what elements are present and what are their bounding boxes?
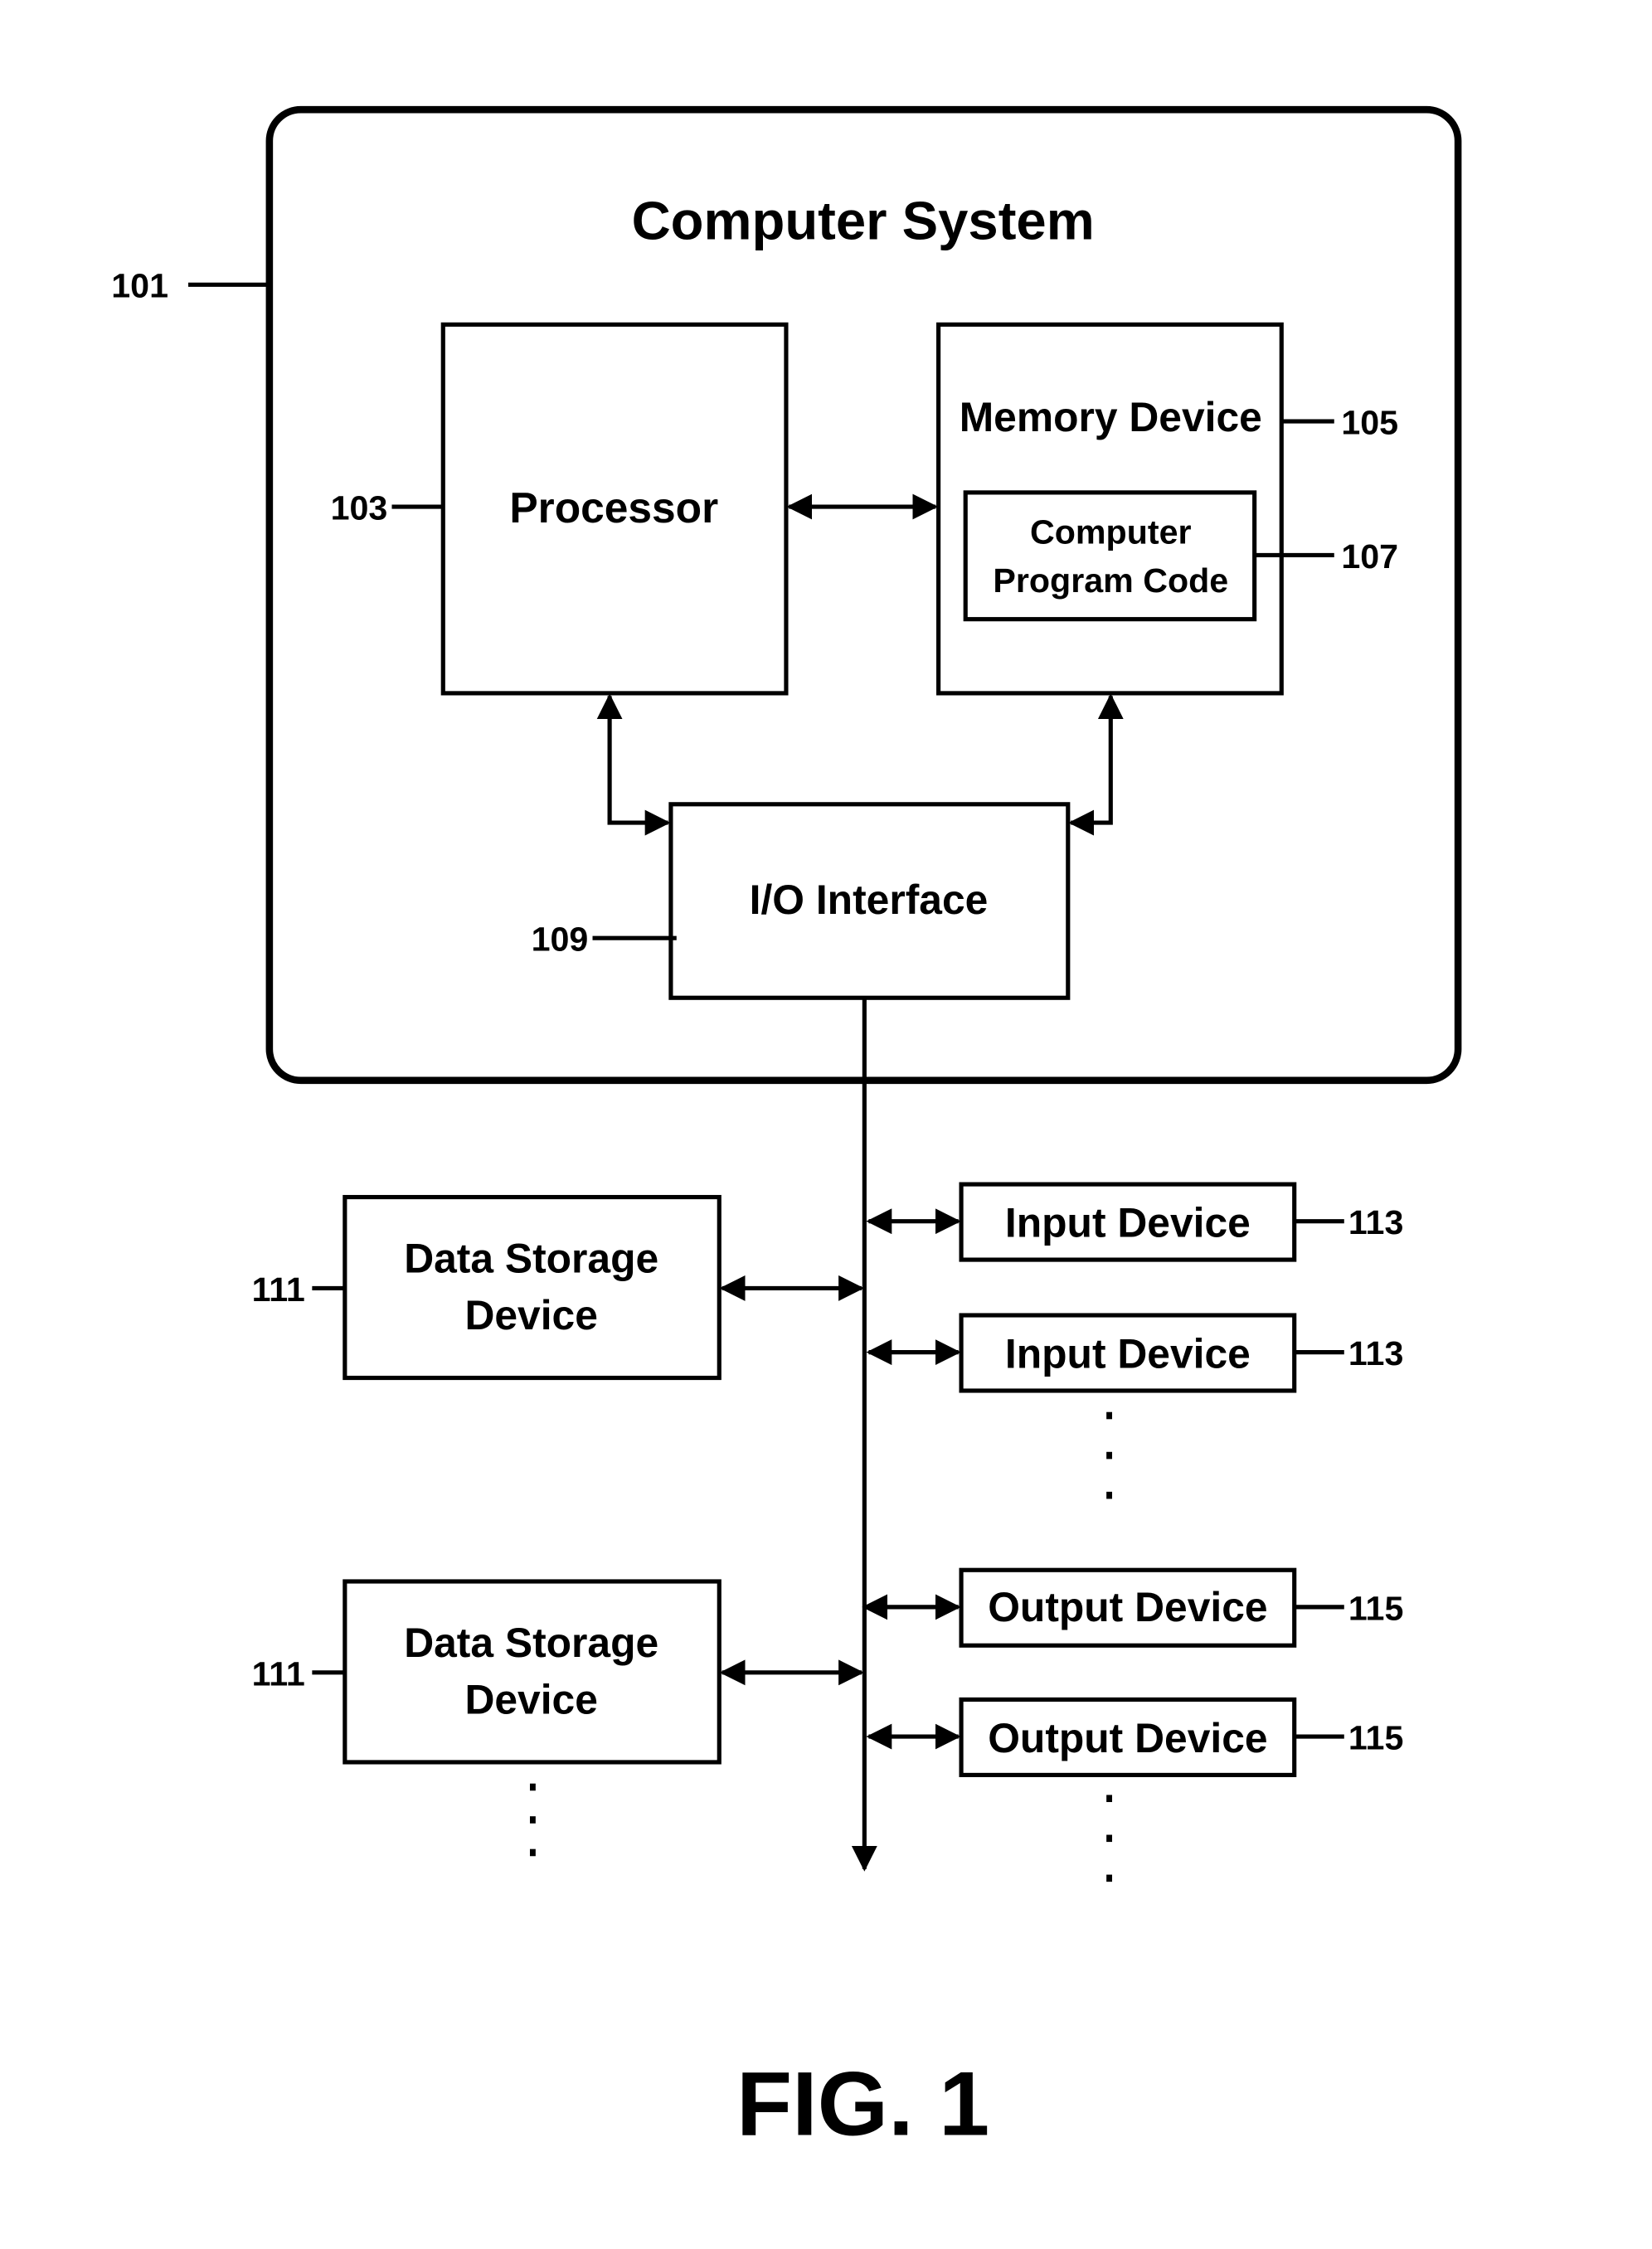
data-storage-line2: Device bbox=[464, 1292, 597, 1338]
ellipsis-outputs bbox=[1106, 1795, 1113, 1882]
ref-101: 101 bbox=[111, 267, 168, 305]
memory-label: Memory Device bbox=[960, 394, 1262, 440]
ref-113: 113 bbox=[1348, 1203, 1403, 1241]
ref-115: 115 bbox=[1348, 1719, 1403, 1757]
ref-107: 107 bbox=[1341, 537, 1398, 576]
input-device-label: Input Device bbox=[1005, 1331, 1251, 1377]
ellipsis-storage bbox=[529, 1783, 536, 1857]
computer-system-title: Computer System bbox=[632, 190, 1095, 250]
data-storage-line2: Device bbox=[464, 1677, 597, 1723]
program-code-box bbox=[963, 490, 1257, 622]
data-storage-line1: Data Storage bbox=[404, 1236, 658, 1282]
data-storage-box bbox=[343, 1579, 722, 1765]
output-device-label: Output Device bbox=[988, 1584, 1267, 1630]
processor-label: Processor bbox=[509, 483, 718, 532]
ref-109: 109 bbox=[532, 920, 589, 959]
data-storage-line1: Data Storage bbox=[404, 1620, 658, 1666]
ref-103: 103 bbox=[331, 489, 388, 527]
data-storage-box bbox=[343, 1194, 722, 1381]
io-interface-label: I/O Interface bbox=[750, 877, 989, 923]
ref-115: 115 bbox=[1348, 1589, 1403, 1627]
figure-label: FIG. 1 bbox=[736, 2054, 989, 2155]
ref-113: 113 bbox=[1348, 1334, 1403, 1372]
ref-111: 111 bbox=[252, 1654, 305, 1693]
output-device-label: Output Device bbox=[988, 1715, 1267, 1761]
ellipsis-inputs bbox=[1106, 1411, 1113, 1499]
diagram: Computer System 101 Processor 103 Memory… bbox=[111, 105, 1462, 2155]
program-code-line2: Program Code bbox=[993, 561, 1228, 600]
ref-111: 111 bbox=[252, 1270, 305, 1309]
ref-105: 105 bbox=[1341, 404, 1398, 442]
program-code-line1: Computer bbox=[1030, 513, 1191, 551]
input-device-label: Input Device bbox=[1005, 1200, 1251, 1246]
